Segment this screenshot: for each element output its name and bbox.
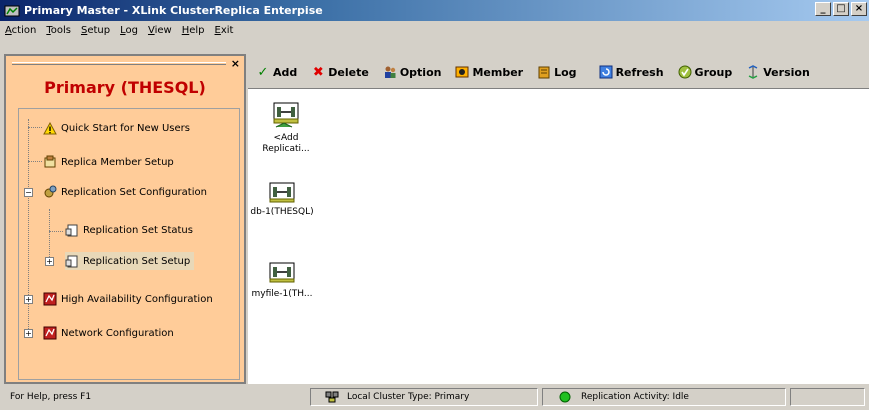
tree-item-label: Quick Start for New Users: [61, 122, 190, 134]
status-help-text: For Help, press F1: [10, 392, 92, 402]
navigation-panel-header: × Primary (THESQL): [6, 56, 244, 108]
tree-item-label: Network Configuration: [61, 327, 174, 339]
checkmark-icon: ✓: [257, 64, 269, 80]
replication-set-label: myfile-1(TH...: [251, 289, 313, 299]
member-icon: [455, 65, 469, 79]
member-button-label: Member: [472, 65, 524, 79]
status-cluster-pane: Local Cluster Type: Primary: [310, 388, 538, 406]
add-button-label: Add: [273, 65, 298, 79]
menu-setup[interactable]: Setup: [76, 25, 115, 36]
delete-button-label: Delete: [328, 65, 369, 79]
setup-doc-icon: [65, 254, 79, 268]
tree-connector: [28, 127, 42, 128]
tree-connector: [49, 209, 50, 257]
log-button[interactable]: Log: [537, 65, 577, 79]
tree-collapse-toggle[interactable]: −: [24, 188, 33, 197]
minimize-button[interactable]: _: [815, 2, 831, 16]
replication-set-myfile-1[interactable]: myfile-1(TH...: [247, 261, 317, 300]
tree-item-replica-member-setup[interactable]: Replica Member Setup: [43, 153, 174, 171]
warning-icon: [43, 121, 57, 135]
title-bar: Primary Master - XLink ClusterReplica En…: [0, 0, 869, 21]
panel-close-button[interactable]: ×: [231, 57, 240, 70]
status-activity-pane: Replication Activity: Idle: [542, 388, 786, 406]
add-replication-label: <Add Replicati...: [262, 133, 310, 154]
replication-set-icon: [269, 182, 295, 203]
option-button-label: Option: [399, 65, 442, 79]
config-gear-icon: [43, 185, 57, 199]
tree-expand-toggle[interactable]: +: [45, 257, 54, 266]
activity-indicator-icon: [559, 391, 571, 403]
menu-view[interactable]: View: [143, 25, 177, 36]
close-button[interactable]: ×: [851, 2, 867, 16]
menu-log[interactable]: Log: [115, 25, 143, 36]
panel-title: Primary (THESQL): [44, 78, 206, 97]
add-replication-icon: [273, 102, 299, 128]
tree-item-label: Replication Set Configuration: [61, 186, 207, 198]
status-empty-pane: [790, 388, 865, 406]
tree-item-replication-set-configuration[interactable]: Replication Set Configuration: [43, 183, 207, 201]
replication-set-label: db-1(THESQL): [250, 207, 314, 217]
tree-expand-toggle[interactable]: +: [24, 295, 33, 304]
menu-exit[interactable]: Exit: [210, 25, 239, 36]
app-icon: [4, 5, 20, 16]
tree-item-quick-start[interactable]: Quick Start for New Users: [43, 119, 190, 137]
menu-help[interactable]: Help: [177, 25, 210, 36]
delete-x-icon: ✖: [312, 64, 324, 80]
network-config-icon: [43, 326, 57, 340]
status-bar: For Help, press F1 Local Cluster Type: P…: [0, 386, 869, 408]
replication-set-icon: [269, 262, 295, 283]
tree-item-replication-set-setup[interactable]: Replication Set Setup: [65, 252, 195, 270]
add-replication-item[interactable]: <Add Replicati...: [251, 97, 321, 155]
tree-item-high-availability-configuration[interactable]: High Availability Configuration: [43, 290, 213, 308]
panel-grip[interactable]: [12, 62, 226, 65]
member-button[interactable]: Member: [455, 65, 523, 79]
tree-item-label: Replica Member Setup: [61, 156, 174, 168]
option-button[interactable]: Option: [383, 65, 442, 79]
group-button[interactable]: Group: [678, 65, 733, 79]
tree-item-label: Replication Set Status: [83, 224, 193, 236]
group-button-label: Group: [694, 65, 733, 79]
menu-bar: Action Tools Setup Log View Help Exit: [0, 21, 869, 40]
menu-tools[interactable]: Tools: [41, 25, 76, 36]
ha-config-icon: [43, 292, 57, 306]
window-title: Primary Master - XLink ClusterReplica En…: [24, 4, 323, 17]
tree-item-replication-set-status[interactable]: Replication Set Status: [65, 221, 193, 239]
status-cluster-text: Local Cluster Type: Primary: [347, 392, 470, 402]
tree-item-network-configuration[interactable]: Network Configuration: [43, 324, 174, 342]
refresh-button-label: Refresh: [615, 65, 664, 79]
status-activity-text: Replication Activity: Idle: [581, 392, 689, 402]
log-book-icon: [537, 65, 551, 79]
maximize-button[interactable]: □: [833, 2, 849, 16]
version-button[interactable]: Version: [746, 65, 810, 79]
users-icon: [383, 65, 397, 79]
tree-connector: [49, 231, 63, 232]
replication-set-db-1[interactable]: db-1(THESQL): [247, 181, 317, 218]
delete-button[interactable]: ✖ Delete: [311, 64, 369, 80]
navigation-panel: × Primary (THESQL) Quick Start for New U…: [4, 54, 246, 384]
tree-item-label: High Availability Configuration: [61, 293, 213, 305]
tree-item-label: Replication Set Setup: [83, 255, 191, 267]
navigation-tree: Quick Start for New Users Replica Member…: [18, 108, 240, 380]
member-setup-icon: [43, 155, 57, 169]
group-check-icon: [678, 65, 692, 79]
status-doc-icon: [65, 223, 79, 237]
log-button-label: Log: [554, 65, 577, 79]
toolbar: ✓ Add ✖ Delete Option Member Log Refresh…: [256, 60, 824, 84]
add-button[interactable]: ✓ Add: [256, 64, 298, 80]
tree-connector: [28, 161, 42, 162]
cluster-icon: [325, 391, 339, 403]
tree-expand-toggle[interactable]: +: [24, 329, 33, 338]
refresh-icon: [599, 65, 613, 79]
replication-view: <Add Replicati... db-1(THESQL) myfile-1(…: [248, 88, 869, 384]
version-button-label: Version: [763, 65, 810, 79]
version-arrows-icon: [746, 65, 760, 79]
menu-action[interactable]: Action: [0, 25, 41, 36]
refresh-button[interactable]: Refresh: [599, 65, 664, 79]
